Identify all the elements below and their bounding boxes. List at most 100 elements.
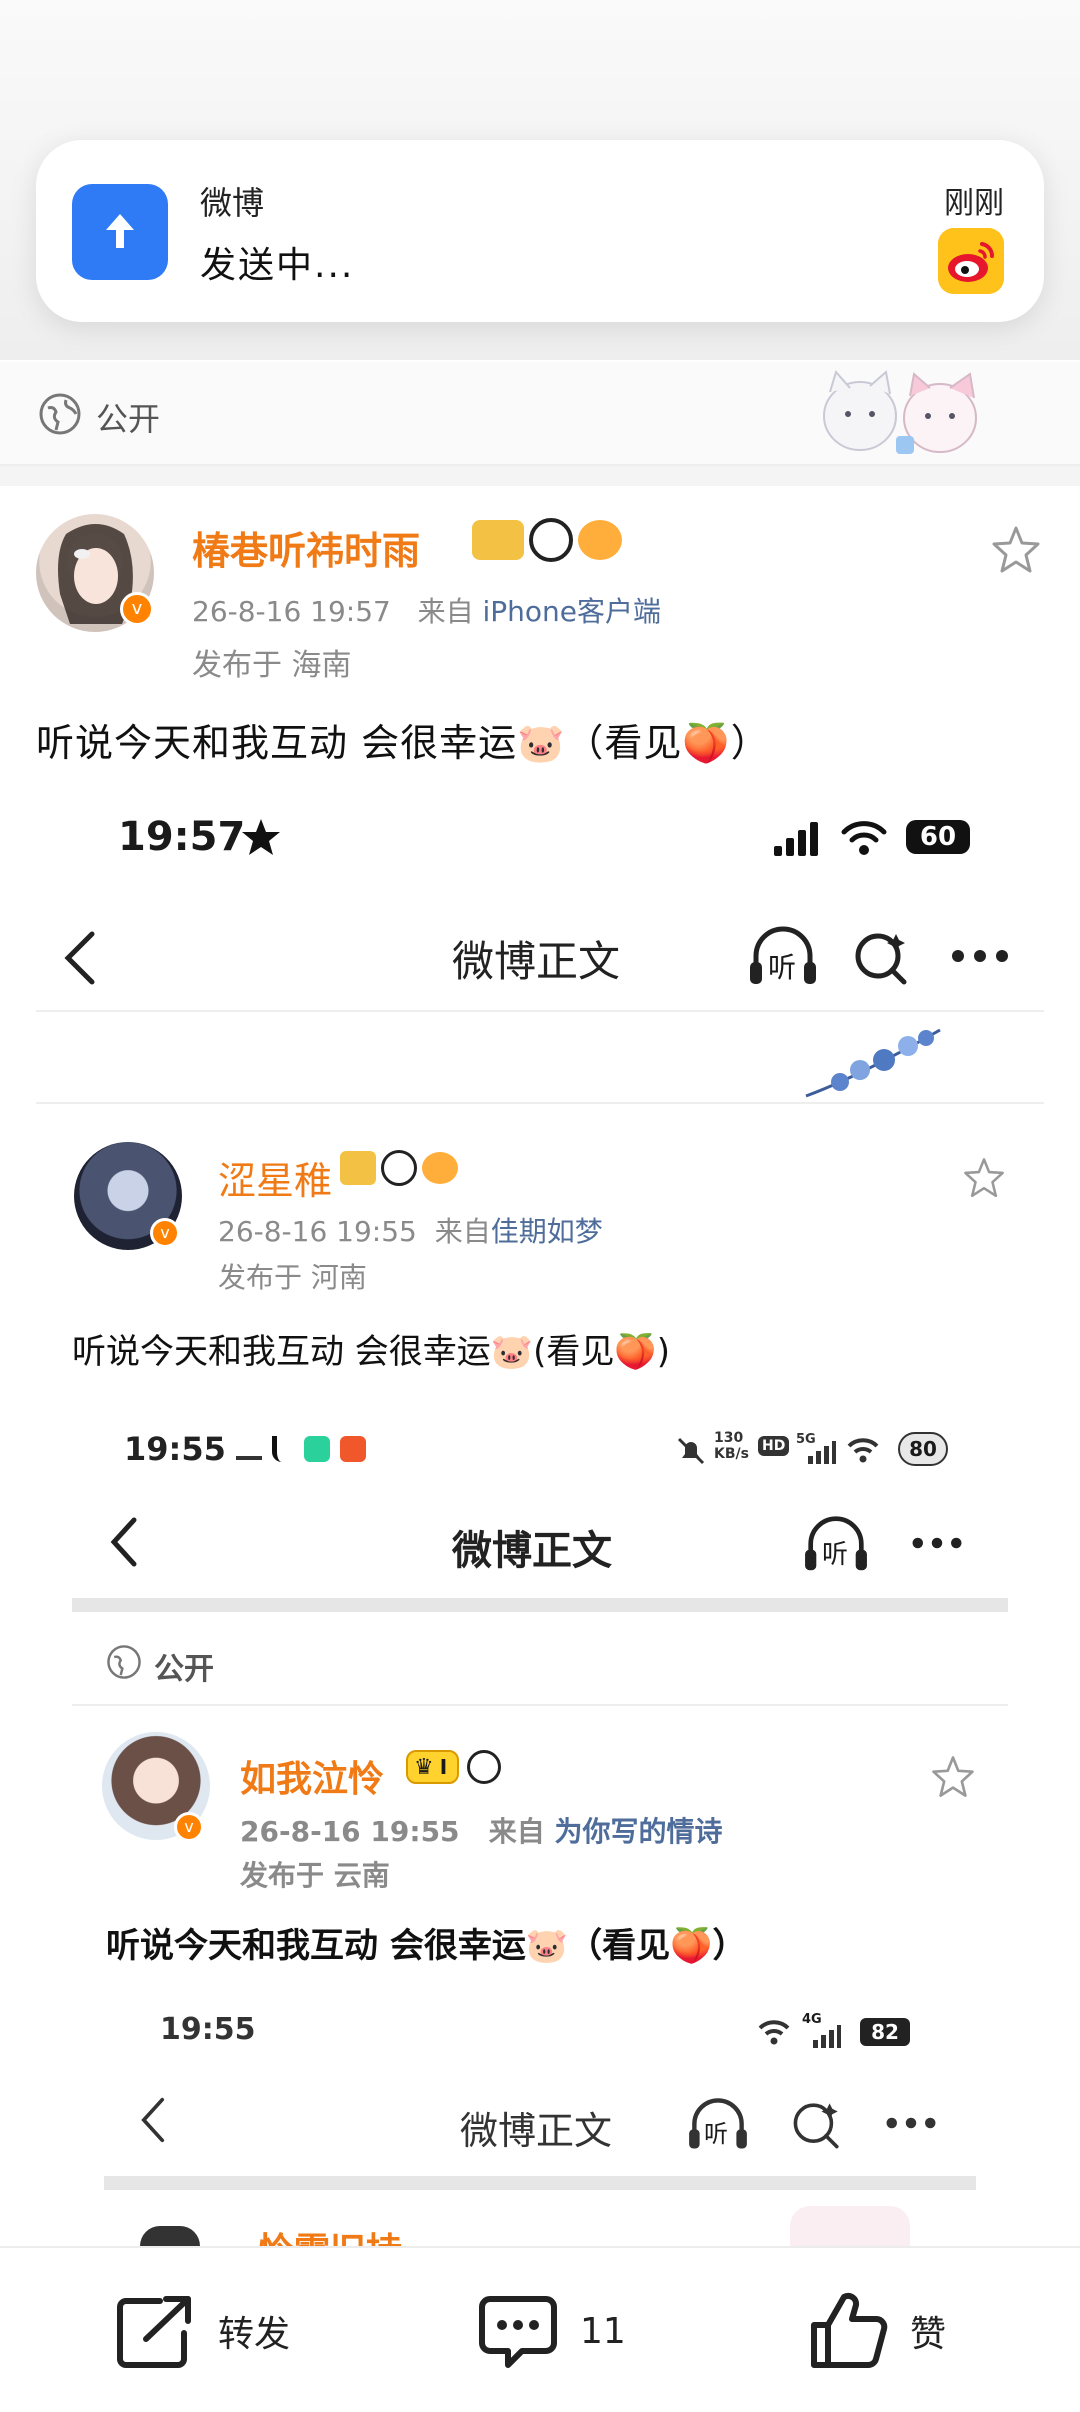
crown-level-badge: ♛ I [406,1750,460,1784]
listen-label: 听 [704,2120,728,2148]
post-location: 发布于 云南 [240,1859,390,1892]
repost-icon [117,2296,191,2368]
globe-icon [39,393,81,435]
listen-label: 听 [822,1540,849,1570]
signal-icon [808,1441,836,1464]
pufferfish-badge-icon [422,1152,459,1184]
post-source-link[interactable]: iPhone客户端 [483,595,662,628]
cat-sticker-decoration [790,2206,910,2246]
wifi-icon [847,1438,879,1463]
divider [104,2176,976,2190]
listen-button[interactable]: 听 [802,1514,870,1574]
star-status-icon [242,819,280,855]
listen-button[interactable]: 听 [748,924,818,988]
wifi-icon [841,821,887,855]
app-status-icons [236,1436,366,1462]
battery-level: 82 [871,2020,899,2044]
repost-button[interactable]: 转发 [116,2288,290,2374]
nested-status-bar-3: 19:55 4G 82 [0,2010,1080,2058]
battery-indicator: 60 [906,820,970,854]
visibility-label: 公开 [96,400,161,438]
favorite-star-icon[interactable] [990,524,1042,576]
listen-label: 听 [768,951,797,984]
notification-banner[interactable]: 微博 发送中... 刚刚 [36,140,1044,322]
thumbs-up-icon [811,2292,888,2368]
nested-nav-bar-1: 微博正文 听 [0,900,1080,1010]
verified-badge-icon: v [150,1218,180,1248]
comment-icon [479,2296,557,2368]
battery-level: 80 [909,1437,937,1461]
nested1-username[interactable]: 涩星稚 [218,1150,332,1205]
nested2-username[interactable]: 如我泣怜 [240,1750,384,1802]
status-time: 19:57 [118,814,246,860]
app-status-icon [340,1436,366,1462]
nested1-meta: 26-8-16 19:55 来自佳期如梦 [218,1210,603,1250]
net-speed-unit: KB/s [714,1446,749,1462]
mute-icon [677,1437,705,1465]
tiktok-status-icon [272,1436,294,1462]
post-time: 26-8-16 19:55 [240,1815,460,1848]
visibility-row: 公开 [0,362,1080,466]
divider [72,1704,1008,1706]
post-from-prefix: 来自 [417,595,474,628]
app-status-icon [304,1436,330,1462]
post-source-link[interactable]: 佳期如梦 [491,1215,603,1248]
comment-button[interactable]: 11 [478,2288,626,2374]
page-title: 微博正文 [452,1528,612,1574]
status-time: 19:55 [160,2012,256,2047]
hd-indicator: HD [758,1436,790,1456]
wifi-icon [758,2020,790,2045]
back-chevron-icon[interactable] [138,2096,168,2144]
divider [36,1102,1044,1104]
level-value: I [439,1755,448,1779]
signal-icon [813,2025,841,2048]
partial-username: 怜霜旧持 [258,2222,402,2246]
user-badges [340,1150,459,1186]
hills-status-icon [236,1436,262,1460]
post-body-text: 听说今天和我互动 会很幸运🐷（看见🍑） [36,721,770,765]
status-time: 19:55 [124,1430,226,1468]
nested2-body-text: 听说今天和我互动 会很幸运🐷（看见🍑） [106,1926,747,1966]
post-location: 发布于 河南 [218,1261,367,1294]
ai-search-icon[interactable] [790,2098,844,2152]
repost-label: 转发 [218,2314,291,2355]
panda-badge-icon [381,1150,418,1186]
like-button[interactable]: 赞 [808,2288,946,2374]
more-options-icon[interactable] [884,2116,938,2130]
nested-status-bar-2: 19:55 130 KB/s HD 5G 80 [0,1426,1080,1482]
panda-badge-icon [467,1750,502,1784]
back-chevron-icon[interactable] [62,930,98,986]
post-time: 26-8-16 19:57 [192,595,391,628]
net-speed: 130 KB/s [714,1430,749,1462]
post-from-prefix: 来自 [488,1815,545,1848]
notification-app-name: 微博 [200,184,265,222]
panda-badge-icon [529,518,574,562]
ai-search-icon[interactable] [852,928,912,988]
nested-nav-bar-3: 微博正文 听 [0,2080,1080,2166]
favorite-star-icon[interactable] [930,1754,976,1800]
post-meta: 26-8-16 19:57 来自 iPhone客户端 [192,590,661,630]
more-options-icon[interactable] [950,948,1010,964]
back-chevron-icon[interactable] [108,1516,140,1568]
nested-status-bar-1: 19:57 60 [0,806,1080,876]
divider [72,1598,1008,1612]
visibility-label: 公开 [154,1652,214,1687]
listen-button[interactable]: 听 [686,2096,750,2152]
cat-sticker-decoration [823,369,977,454]
post-username[interactable]: 椿巷听祎时雨 [192,520,420,575]
section-divider [0,466,1080,486]
crown-badge-icon [472,520,524,560]
post-from-prefix: 来自 [434,1215,491,1248]
post-source-link[interactable]: 为你写的情诗 [555,1815,723,1848]
upload-icon [72,184,168,280]
verified-badge-icon: v [120,592,154,626]
globe-icon [107,1645,141,1679]
post-time: 26-8-16 19:55 [218,1215,417,1248]
nested-nav-bar-2: 微博正文 听 [0,1500,1080,1590]
more-options-icon[interactable] [908,1536,966,1550]
battery-level: 60 [919,822,957,852]
user-badges [472,518,623,566]
divider [36,1010,1044,1012]
favorite-star-icon[interactable] [962,1156,1006,1200]
net-speed-value: 130 [714,1430,744,1446]
